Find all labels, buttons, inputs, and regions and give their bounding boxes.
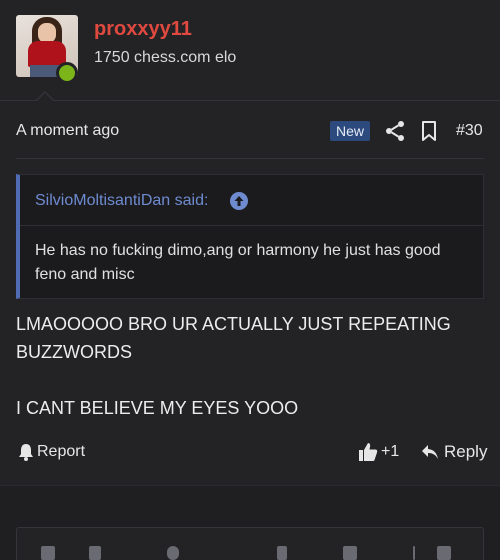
forum-post: proxxyy11 1750 chess.com elo A moment ag…: [0, 0, 500, 485]
section-divider: [0, 485, 500, 486]
thumbs-up-icon: [359, 443, 378, 461]
image-icon[interactable]: [343, 546, 357, 560]
avatar-face: [38, 23, 56, 43]
arrow-up-circle-icon[interactable]: [229, 191, 249, 211]
header-divider: [0, 100, 500, 101]
toolbar-separator: [413, 546, 415, 560]
more-options-icon[interactable]: [437, 546, 451, 560]
user-title: 1750 chess.com elo: [94, 49, 237, 66]
like-button[interactable]: +1: [358, 441, 399, 463]
bold-icon[interactable]: [41, 546, 55, 560]
quote-author-link[interactable]: SilvioMoltisantiDan said:: [35, 192, 208, 210]
reply-button[interactable]: Reply: [421, 441, 487, 463]
like-count: +1: [381, 443, 400, 460]
quote-text: He has no fucking dimo,ang or harmony he…: [35, 242, 441, 283]
link-icon[interactable]: [277, 546, 287, 560]
report-button[interactable]: Report: [18, 441, 85, 463]
user-pointer-arrow-inner: [36, 93, 54, 102]
post-user-block: proxxyy11 1750 chess.com elo: [0, 0, 500, 100]
reply-editor-box[interactable]: [16, 527, 484, 560]
quote-header: SilvioMoltisantiDan said:: [20, 175, 483, 226]
reply-label: Reply: [444, 442, 488, 461]
quote-block: SilvioMoltisantiDan said: He has no fuck…: [16, 174, 484, 299]
report-label: Report: [37, 443, 86, 460]
bell-icon: [19, 444, 33, 461]
post-meta-row: A moment ago New #30: [0, 115, 500, 147]
post-number-link[interactable]: #30: [456, 122, 483, 140]
italic-icon[interactable]: [89, 546, 101, 560]
share-icon[interactable]: [383, 119, 407, 143]
reply-arrow-icon: [422, 445, 438, 459]
post-actions: Report +1 Reply: [0, 437, 500, 467]
username-link[interactable]: proxxyy11: [94, 18, 192, 41]
post-timestamp[interactable]: A moment ago: [16, 122, 119, 140]
bookmark-icon[interactable]: [417, 119, 441, 143]
new-badge: New: [330, 121, 371, 141]
editor-toolbar: [17, 528, 483, 560]
post-body-text: LMAOOOOO BRO UR ACTUALLY JUST REPEATING …: [16, 314, 451, 418]
online-status-dot: [56, 62, 78, 84]
meta-divider: [16, 158, 484, 159]
emoji-icon[interactable]: [167, 546, 179, 560]
